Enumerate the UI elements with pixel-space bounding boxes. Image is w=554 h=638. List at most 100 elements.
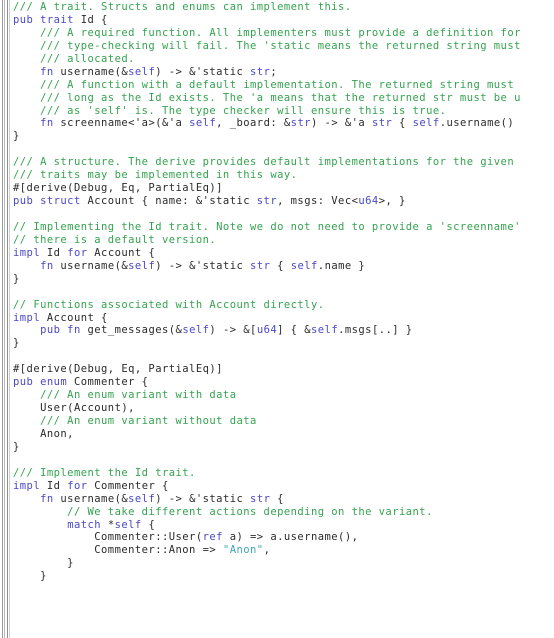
code-token-tx: screenname<'a>(&'a xyxy=(53,117,190,130)
code-line: Commenter::Anon => "Anon", xyxy=(13,544,554,557)
code-line: fn username(&self) -> &'static str { xyxy=(13,493,554,506)
code-line: /// type-checking will fail. The 'static… xyxy=(13,40,554,53)
code-token-cm: /// A trait. Structs and enums can imple… xyxy=(13,1,352,13)
code-line: pub fn get_messages(&self) -> &[u64] { &… xyxy=(13,324,554,337)
code-token-tx: ) -> &'static xyxy=(155,65,251,78)
code-token-tx: Id { xyxy=(73,13,108,26)
code-line: // there is a default version. xyxy=(13,234,554,247)
code-token-kw: impl xyxy=(13,479,41,492)
code-token-kw: fn xyxy=(40,259,54,272)
code-token-kw: match xyxy=(67,518,102,531)
code-token-cm: /// traits may be implemented in this wa… xyxy=(13,169,298,182)
code-token-tx xyxy=(13,66,40,78)
code-token-kw: self xyxy=(114,518,142,531)
code-token-tx: Id xyxy=(40,479,68,492)
code-token-cm: /// allocated. xyxy=(13,52,135,65)
code-token-tx: { xyxy=(270,492,284,505)
code-line: /// A function with a default implementa… xyxy=(13,79,554,92)
code-line: /// traits may be implemented in this wa… xyxy=(13,169,554,182)
code-token-tx: } xyxy=(13,570,47,583)
code-line: /// An enum variant without data xyxy=(13,415,554,428)
code-token-kw: str xyxy=(290,117,311,130)
code-token-cm: // Functions associated with Account dir… xyxy=(13,298,325,311)
code-line: } xyxy=(13,337,554,350)
code-token-tx xyxy=(13,519,67,531)
gutter-rule-inner-left xyxy=(4,0,5,638)
code-line: // Implementing the Id trait. Note we do… xyxy=(13,221,554,234)
code-token-cm: /// A required function. All implementer… xyxy=(13,26,521,39)
code-line: // We take different actions depending o… xyxy=(13,506,554,519)
code-token-kw: self xyxy=(412,117,440,130)
code-token-kw: impl xyxy=(13,311,41,324)
code-line: impl Id for Account { xyxy=(13,247,554,260)
code-token-kw: self xyxy=(311,324,339,337)
code-token-kw: fn xyxy=(40,117,54,130)
scrollbar-track-line[interactable] xyxy=(7,0,8,638)
code-token-tx: * xyxy=(101,518,115,531)
code-token-tx: , xyxy=(263,544,271,557)
code-token-cm: /// Implement the Id trait. xyxy=(13,466,196,479)
code-line: } xyxy=(13,130,554,143)
code-token-kw: u64 xyxy=(256,324,278,337)
code-token-tx: Commenter::Anon => xyxy=(13,544,223,557)
code-token-tx xyxy=(13,324,40,336)
code-token-tx: ; xyxy=(270,65,278,78)
code-token-tx: , _board: & xyxy=(216,117,291,130)
code-token-kw: str xyxy=(250,65,271,78)
code-token-kw: str xyxy=(250,492,271,505)
code-line: } xyxy=(13,557,554,570)
code-token-kw: str xyxy=(250,259,271,272)
code-line: /// as 'self' is. The type checker will … xyxy=(13,105,554,118)
code-token-kw: pub trait xyxy=(13,13,74,26)
code-token-cm: /// A structure. The derive provides def… xyxy=(13,156,515,169)
code-token-kw: pub fn xyxy=(40,324,81,337)
code-line: /// allocated. xyxy=(13,53,554,66)
code-line: match *self { xyxy=(13,519,554,532)
code-token-tx: { xyxy=(141,518,156,531)
code-line: impl Account { xyxy=(13,312,554,325)
code-token-tx: } xyxy=(13,557,74,570)
editor-left-gutter[interactable] xyxy=(0,0,13,638)
code-token-tx: .msgs[..] } xyxy=(338,324,413,337)
code-token-tx: } xyxy=(13,130,20,143)
code-token-st: "Anon" xyxy=(222,544,264,557)
code-token-kw: fn xyxy=(40,65,54,78)
code-token-kw: self xyxy=(290,259,318,272)
code-token-kw: u64 xyxy=(358,195,379,208)
code-token-tx: Id xyxy=(40,246,68,259)
code-token-kw: fn xyxy=(40,492,54,505)
code-token-tx: username(& xyxy=(53,259,129,272)
code-token-cm: /// A function with a default implementa… xyxy=(13,78,515,91)
code-line: fn username(&self) -> &'static str; xyxy=(13,66,554,79)
code-token-cm: /// An enum variant without data xyxy=(13,415,257,427)
code-token-tx: .name } xyxy=(317,259,366,272)
source-code-content[interactable]: /// A trait. Structs and enums can imple… xyxy=(13,0,554,638)
code-line: pub struct Account { name: &'static str,… xyxy=(13,195,554,208)
code-line: /// A trait. Structs and enums can imple… xyxy=(13,1,554,14)
code-token-kw: self xyxy=(128,492,156,505)
code-line: fn screenname<'a>(&'a self, _board: &str… xyxy=(13,117,554,130)
code-line: /// A structure. The derive provides def… xyxy=(13,156,554,169)
code-token-cm: /// long as the Id exists. The 'a means … xyxy=(13,91,521,104)
code-token-kw: ref xyxy=(202,531,223,544)
code-token-cm: /// as 'self' is. The type checker will … xyxy=(13,104,447,117)
code-token-tx: username(& xyxy=(53,65,129,78)
code-token-tx: >, } xyxy=(378,195,406,208)
code-token-tx: ) -> &'static xyxy=(155,259,251,272)
code-line: impl Id for Commenter { xyxy=(13,480,554,493)
code-token-tx: username(& xyxy=(53,492,129,505)
code-line: #[derive(Debug, Eq, PartialEq)] xyxy=(13,363,554,376)
code-token-kw: self xyxy=(128,65,156,78)
scrollbar-edge-line xyxy=(9,0,10,638)
code-token-tx: Commenter::User( xyxy=(13,531,203,544)
code-line: } xyxy=(13,570,554,583)
code-token-cm: // Implementing the Id trait. Note we do… xyxy=(13,220,521,233)
code-token-tx: } xyxy=(13,337,20,350)
code-token-kw: pub struct xyxy=(13,195,81,208)
code-token-tx: a) => a.username(), xyxy=(222,531,359,544)
code-token-kw: str xyxy=(371,117,393,130)
